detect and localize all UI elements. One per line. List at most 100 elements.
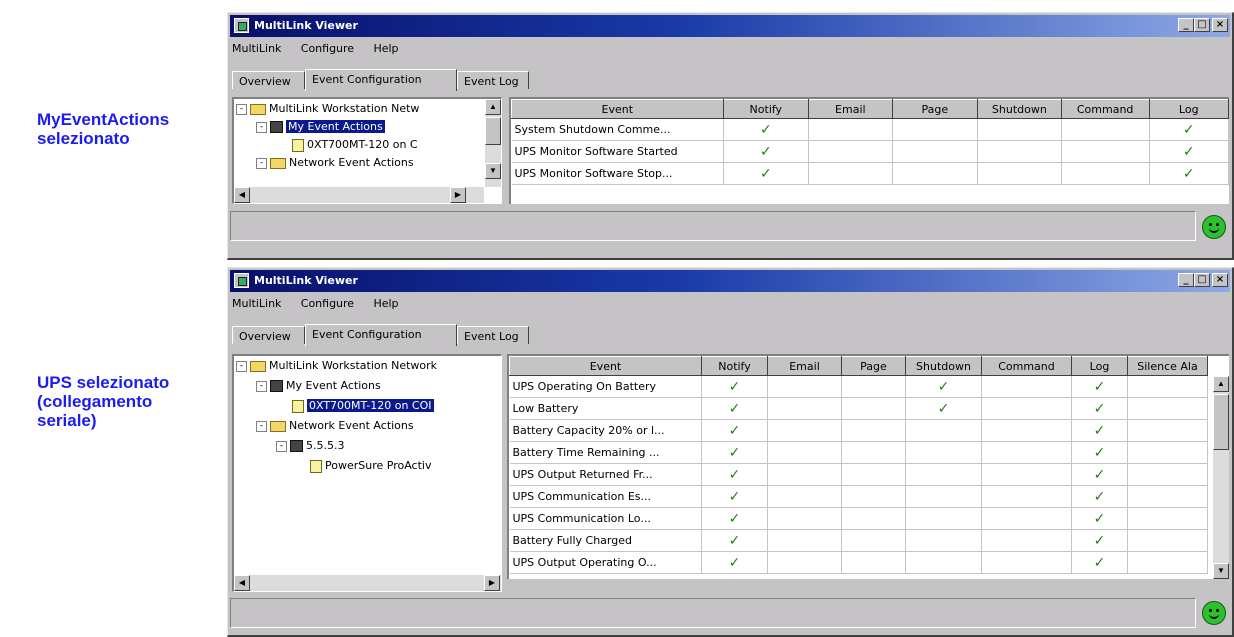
- page-cell[interactable]: [841, 551, 906, 574]
- table-row[interactable]: Battery Fully Charged ✓ ✓: [509, 529, 1208, 552]
- email-cell[interactable]: [767, 507, 842, 530]
- silence-alarm-cell[interactable]: [1127, 485, 1208, 508]
- tree-node[interactable]: - MultiLink Workstation Network: [236, 358, 437, 374]
- silence-alarm-cell[interactable]: [1127, 441, 1208, 464]
- log-cell[interactable]: ✓: [1149, 162, 1229, 185]
- maximize-button[interactable]: □: [1194, 273, 1210, 287]
- minimize-button[interactable]: _: [1178, 18, 1194, 32]
- table-row[interactable]: Battery Capacity 20% or l... ✓ ✓: [509, 419, 1208, 442]
- silence-alarm-cell[interactable]: [1127, 397, 1208, 420]
- email-cell[interactable]: [808, 140, 893, 163]
- scroll-left-icon[interactable]: ◀: [234, 575, 250, 591]
- tab-event-configuration[interactable]: Event Configuration: [305, 324, 457, 346]
- event-cell[interactable]: UPS Output Operating O...: [509, 551, 702, 574]
- column-header-event[interactable]: Event: [509, 356, 702, 376]
- menu-configure[interactable]: Configure: [301, 297, 354, 310]
- page-cell[interactable]: [892, 162, 979, 185]
- scroll-down-icon[interactable]: ▼: [1213, 563, 1229, 579]
- tree-node[interactable]: PowerSure ProActiv: [310, 458, 431, 474]
- collapse-icon[interactable]: -: [256, 420, 267, 432]
- email-cell[interactable]: [767, 529, 842, 552]
- command-cell[interactable]: [981, 551, 1072, 574]
- menu-help[interactable]: Help: [373, 297, 398, 310]
- close-button[interactable]: ×: [1212, 273, 1228, 287]
- silence-alarm-cell[interactable]: [1127, 419, 1208, 442]
- column-header-log[interactable]: Log: [1071, 356, 1128, 376]
- notify-cell[interactable]: ✓: [701, 529, 768, 552]
- event-cell[interactable]: Low Battery: [509, 397, 702, 420]
- command-cell[interactable]: [981, 397, 1072, 420]
- collapse-icon[interactable]: -: [256, 121, 267, 133]
- event-cell[interactable]: Battery Fully Charged: [509, 529, 702, 552]
- column-header-event[interactable]: Event: [511, 99, 724, 119]
- page-cell[interactable]: [841, 463, 906, 486]
- column-header-page[interactable]: Page: [841, 356, 906, 376]
- collapse-icon[interactable]: -: [236, 103, 247, 115]
- page-cell[interactable]: [841, 529, 906, 552]
- shutdown-cell[interactable]: [905, 551, 982, 574]
- shutdown-cell[interactable]: ✓: [905, 375, 982, 398]
- title-bar[interactable]: MultiLink Viewer _ □ ×: [230, 270, 1230, 292]
- shutdown-cell[interactable]: [905, 441, 982, 464]
- minimize-button[interactable]: _: [1178, 273, 1194, 287]
- scroll-thumb[interactable]: [485, 117, 501, 145]
- tab-event-log[interactable]: Event Log: [457, 71, 529, 89]
- notify-cell[interactable]: ✓: [701, 397, 768, 420]
- event-cell[interactable]: UPS Operating On Battery: [509, 375, 702, 398]
- table-row[interactable]: System Shutdown Comme... ✓ ✓: [511, 118, 1229, 141]
- column-header-silence-alarm[interactable]: Silence Ala: [1127, 356, 1208, 376]
- command-cell[interactable]: [981, 507, 1072, 530]
- tree-node[interactable]: - Network Event Actions: [256, 155, 414, 171]
- tree-node[interactable]: - MultiLink Workstation Netw: [236, 101, 419, 117]
- column-header-notify[interactable]: Notify: [722, 99, 810, 119]
- silence-alarm-cell[interactable]: [1127, 375, 1208, 398]
- scroll-left-icon[interactable]: ◀: [234, 187, 250, 203]
- event-cell[interactable]: Battery Time Remaining ...: [509, 441, 702, 464]
- event-cell[interactable]: UPS Monitor Software Stop...: [511, 162, 724, 185]
- scroll-right-icon[interactable]: ▶: [484, 575, 500, 591]
- command-cell[interactable]: [1061, 162, 1150, 185]
- event-cell[interactable]: UPS Communication Es...: [509, 485, 702, 508]
- shutdown-cell[interactable]: [905, 463, 982, 486]
- notify-cell[interactable]: ✓: [723, 140, 810, 163]
- email-cell[interactable]: [767, 485, 842, 508]
- column-header-command[interactable]: Command: [1060, 99, 1150, 119]
- tree-node[interactable]: - My Event Actions: [256, 119, 385, 135]
- menu-help[interactable]: Help: [373, 42, 398, 55]
- tree-node[interactable]: 0XT700MT-120 on C: [292, 137, 418, 153]
- shutdown-cell[interactable]: [977, 162, 1062, 185]
- table-row[interactable]: UPS Communication Lo... ✓ ✓: [509, 507, 1208, 530]
- email-cell[interactable]: [767, 397, 842, 420]
- tree-vertical-scrollbar[interactable]: ▲ ▼: [485, 99, 501, 187]
- event-cell[interactable]: UPS Monitor Software Started: [511, 140, 724, 163]
- scroll-right-icon[interactable]: ▶: [450, 187, 466, 203]
- notify-cell[interactable]: ✓: [701, 463, 768, 486]
- tree-node[interactable]: - Network Event Actions: [256, 418, 414, 434]
- column-header-shutdown[interactable]: Shutdown: [905, 356, 982, 376]
- column-header-email[interactable]: Email: [808, 99, 893, 119]
- event-cell[interactable]: Battery Capacity 20% or l...: [509, 419, 702, 442]
- table-vertical-scrollbar[interactable]: ▲ ▼: [1213, 376, 1229, 579]
- email-cell[interactable]: [767, 463, 842, 486]
- log-cell[interactable]: ✓: [1071, 419, 1128, 442]
- log-cell[interactable]: ✓: [1149, 140, 1229, 163]
- column-header-page[interactable]: Page: [891, 99, 979, 119]
- silence-alarm-cell[interactable]: [1127, 551, 1208, 574]
- command-cell[interactable]: [981, 485, 1072, 508]
- command-cell[interactable]: [1061, 118, 1150, 141]
- command-cell[interactable]: [1061, 140, 1150, 163]
- tab-overview[interactable]: Overview: [232, 326, 305, 344]
- column-header-command[interactable]: Command: [981, 356, 1072, 376]
- tree-node[interactable]: - 5.5.5.3: [276, 438, 344, 454]
- log-cell[interactable]: ✓: [1071, 485, 1128, 508]
- command-cell[interactable]: [981, 419, 1072, 442]
- page-cell[interactable]: [841, 397, 906, 420]
- title-bar[interactable]: MultiLink Viewer _ □ ×: [230, 15, 1230, 37]
- page-cell[interactable]: [892, 140, 979, 163]
- notify-cell[interactable]: ✓: [723, 118, 810, 141]
- page-cell[interactable]: [841, 507, 906, 530]
- email-cell[interactable]: [767, 441, 842, 464]
- collapse-icon[interactable]: -: [236, 360, 247, 372]
- table-row[interactable]: UPS Output Returned Fr... ✓ ✓: [509, 463, 1208, 486]
- email-cell[interactable]: [767, 551, 842, 574]
